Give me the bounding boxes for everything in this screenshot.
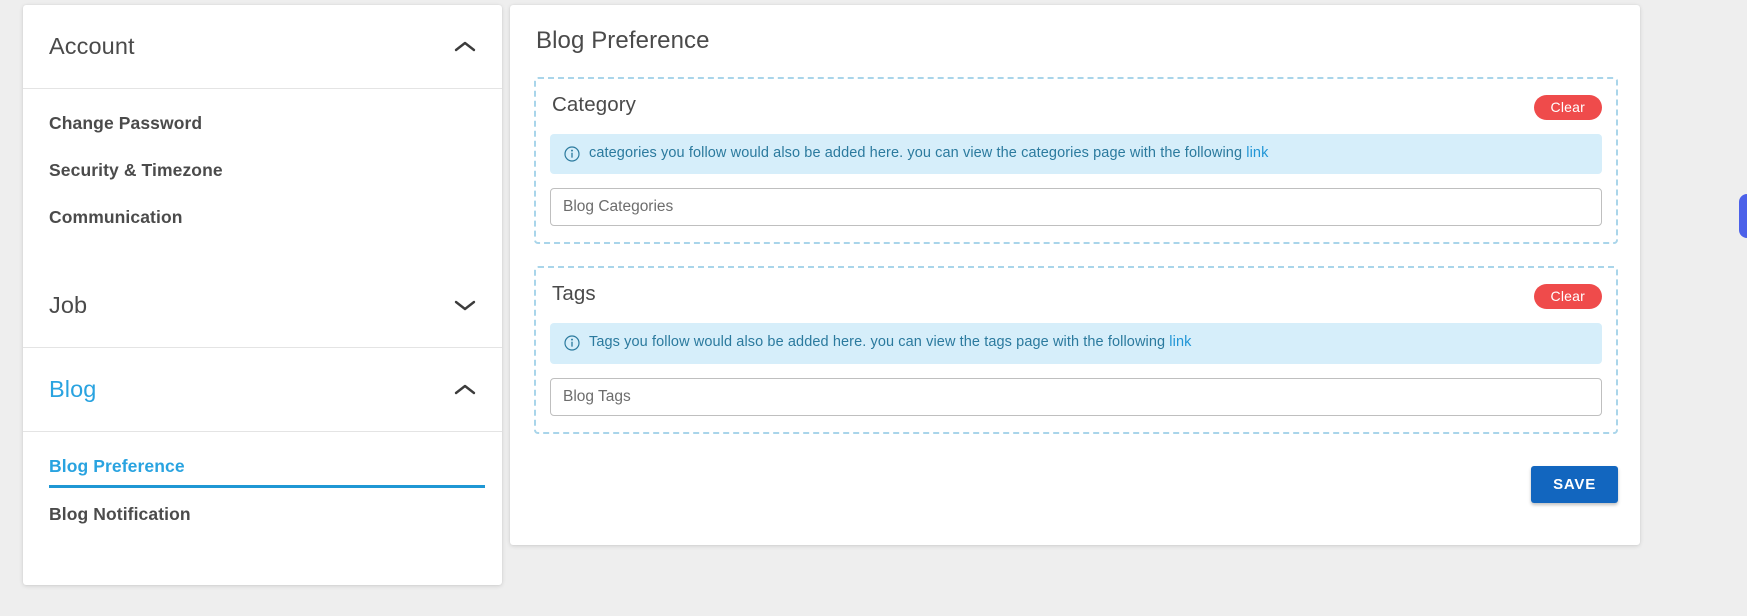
sidebar-item-label: Communication: [49, 207, 183, 227]
chevron-up-icon[interactable]: [454, 383, 476, 396]
sidebar-group-title-job: Job: [49, 292, 88, 318]
page-title: Blog Preference: [536, 27, 710, 54]
sidebar-item-label: Blog Preference: [49, 456, 185, 476]
tags-info-alert: Tags you follow would also be added here…: [550, 323, 1602, 364]
sidebar-item-label: Change Password: [49, 113, 203, 133]
tags-fieldset-head: Tags Clear: [550, 282, 1602, 310]
sidebar-sublist-account: Change Password Security & Timezone Comm…: [23, 89, 502, 264]
category-fieldset: Category Clear categories you follow wou…: [534, 77, 1618, 245]
clear-tags-button[interactable]: Clear: [1533, 284, 1602, 310]
category-info-alert: categories you follow would also be adde…: [550, 134, 1602, 175]
tags-page-link[interactable]: link: [1169, 334, 1191, 350]
sidebar-item-communication[interactable]: Communication: [23, 207, 502, 228]
sidebar-item-change-password[interactable]: Change Password: [23, 113, 502, 134]
category-legend: Category: [552, 93, 636, 116]
form-footer-actions: SAVE: [534, 456, 1618, 503]
sidebar-sublist-blog: Blog Preference Blog Notification: [23, 432, 502, 561]
categories-page-link[interactable]: link: [1246, 145, 1268, 161]
tags-legend: Tags: [552, 282, 596, 306]
category-alert-message: categories you follow would also be adde…: [589, 145, 1247, 161]
sidebar-item-blog-notification[interactable]: Blog Notification: [23, 504, 502, 525]
sidebar-group-header-blog[interactable]: Blog: [23, 348, 502, 432]
sidebar-group-title-blog: Blog: [49, 376, 97, 402]
settings-sidebar-card: Account Change Password Security & Timez…: [23, 5, 502, 585]
category-fieldset-head: Category Clear: [550, 93, 1602, 120]
info-circle-icon: [564, 146, 580, 162]
blog-preference-panel: Blog Preference Category Clear categorie…: [510, 5, 1640, 545]
sidebar-group-header-job[interactable]: Job: [23, 264, 502, 348]
tags-alert-message: Tags you follow would also be added here…: [589, 334, 1170, 351]
save-button[interactable]: SAVE: [1531, 465, 1618, 503]
sidebar-item-label: Security & Timezone: [49, 160, 223, 180]
category-alert-text: categories you follow would also be adde…: [589, 145, 1268, 162]
info-circle-icon: [564, 335, 580, 351]
sidebar-item-label: Blog Notification: [49, 504, 191, 524]
floating-chat-tab[interactable]: [1739, 194, 1747, 238]
active-indicator: [49, 485, 485, 488]
chevron-down-icon[interactable]: [454, 299, 476, 312]
chevron-up-icon[interactable]: [454, 40, 476, 53]
sidebar-item-security-timezone[interactable]: Security & Timezone: [23, 160, 502, 181]
tags-alert-text: Tags you follow would also be added here…: [589, 334, 1191, 351]
sidebar-item-blog-preference[interactable]: Blog Preference: [23, 456, 502, 488]
tags-fieldset: Tags Clear Tags you follow would also be…: [534, 266, 1618, 434]
blog-tags-input[interactable]: [550, 377, 1602, 416]
clear-categories-button[interactable]: Clear: [1533, 95, 1602, 120]
blog-categories-input[interactable]: [550, 188, 1602, 227]
sidebar-group-header-account[interactable]: Account: [23, 5, 502, 89]
sidebar-group-title-account: Account: [49, 33, 135, 59]
